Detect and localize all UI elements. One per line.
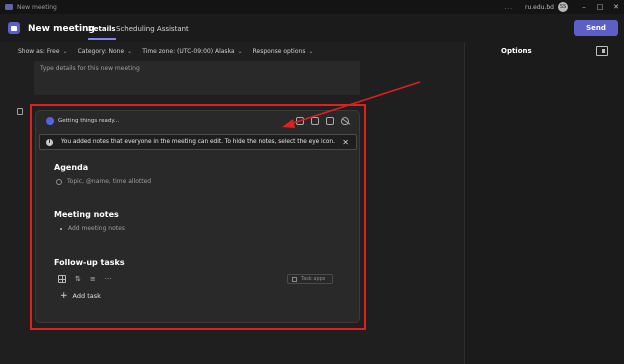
copy-icon[interactable] [311, 117, 319, 125]
maximize-button[interactable]: □ [592, 3, 608, 11]
hide-eye-icon[interactable] [341, 117, 349, 125]
loading-status: Getting things ready... [58, 118, 120, 124]
chevron-down-icon: ⌄ [308, 47, 314, 55]
chevron-down-icon: ⌄ [62, 47, 68, 55]
follow-up-tasks-heading: Follow-up tasks [54, 258, 125, 267]
agenda-placeholder: Topic, @name, time allotted [67, 178, 152, 185]
meeting-options-toolbar: Show as: Free ⌄ Category: None ⌄ Time zone… [0, 42, 464, 60]
details-input[interactable]: Type details for this new meeting [34, 61, 360, 95]
time-zone-label: Time zone: (UTC-09:00) Alaska [142, 47, 235, 55]
category-label: Category: None [77, 47, 125, 55]
tab-scheduling-assistant[interactable]: Scheduling Assistant [116, 25, 189, 33]
teams-app-icon [5, 4, 13, 10]
component-icon[interactable] [296, 117, 304, 125]
tab-details[interactable]: Details [88, 25, 116, 40]
minimize-button[interactable]: – [576, 3, 592, 11]
response-options-label: Response options [252, 47, 306, 55]
task-apps-dropdown[interactable]: Task apps [287, 274, 333, 284]
chevron-down-icon: ⌄ [127, 47, 133, 55]
meeting-header: New meeting Details Scheduling Assistant… [0, 14, 624, 42]
notes-placeholder: Add meeting notes [68, 225, 125, 232]
loop-icon [46, 117, 54, 125]
notes-item-input[interactable]: Add meeting notes [56, 225, 125, 232]
window-title: New meeting [17, 3, 57, 11]
avatar[interactable]: SS [558, 2, 568, 12]
more-options-icon[interactable]: ... [504, 4, 513, 11]
account-name[interactable]: ru.edu.bd [525, 4, 554, 11]
add-task-label: Add task [72, 292, 101, 300]
share-icon[interactable] [326, 117, 334, 125]
send-button[interactable]: Send [574, 20, 618, 36]
show-as-label: Show as: Free [18, 47, 60, 55]
more-icon[interactable]: ··· [105, 275, 112, 283]
category-dropdown[interactable]: Category: None ⌄ [78, 48, 133, 55]
card-actions [296, 117, 349, 125]
time-zone-dropdown[interactable]: Time zone: (UTC-09:00) Alaska ⌄ [142, 48, 242, 55]
info-icon: i [46, 138, 53, 146]
plus-icon: + [60, 291, 68, 301]
close-window-button[interactable]: ✕ [608, 3, 624, 11]
table-view-icon[interactable] [58, 275, 66, 283]
collapse-panel-icon[interactable] [596, 46, 608, 56]
bullet-icon [60, 227, 62, 230]
show-as-dropdown[interactable]: Show as: Free ⌄ [18, 48, 68, 55]
radio-circle-icon [56, 178, 62, 185]
agenda-item-input[interactable]: Topic, @name, time allotted [56, 178, 151, 185]
response-options-dropdown[interactable]: Response options ⌄ [253, 48, 314, 55]
notes-icon [17, 108, 23, 115]
add-task-button[interactable]: + Add task [60, 291, 101, 301]
filter-icon[interactable]: ≡ [90, 275, 96, 283]
meeting-notes-heading: Meeting notes [54, 210, 119, 219]
task-apps-label: Task apps [301, 276, 326, 282]
chevron-down-icon: ⌄ [237, 47, 243, 55]
options-title: Options [501, 47, 532, 55]
info-banner: i You added notes that everyone in the m… [39, 134, 357, 150]
info-text: You added notes that everyone in the mee… [61, 139, 335, 145]
title-bar: New meeting ... ru.edu.bd SS – □ ✕ [0, 0, 624, 14]
page-title: New meeting [28, 24, 95, 34]
close-icon[interactable]: ✕ [342, 138, 349, 147]
agenda-heading: Agenda [54, 163, 89, 172]
task-toolbar: ⇅ ≡ ··· [58, 275, 111, 283]
options-panel: Options [464, 42, 624, 364]
calendar-icon [8, 22, 20, 34]
sort-icon[interactable]: ⇅ [75, 275, 81, 283]
details-placeholder: Type details for this new meeting [40, 65, 140, 72]
task-app-icon [292, 276, 297, 282]
meeting-notes-card: Getting things ready... i You added note… [35, 110, 360, 323]
